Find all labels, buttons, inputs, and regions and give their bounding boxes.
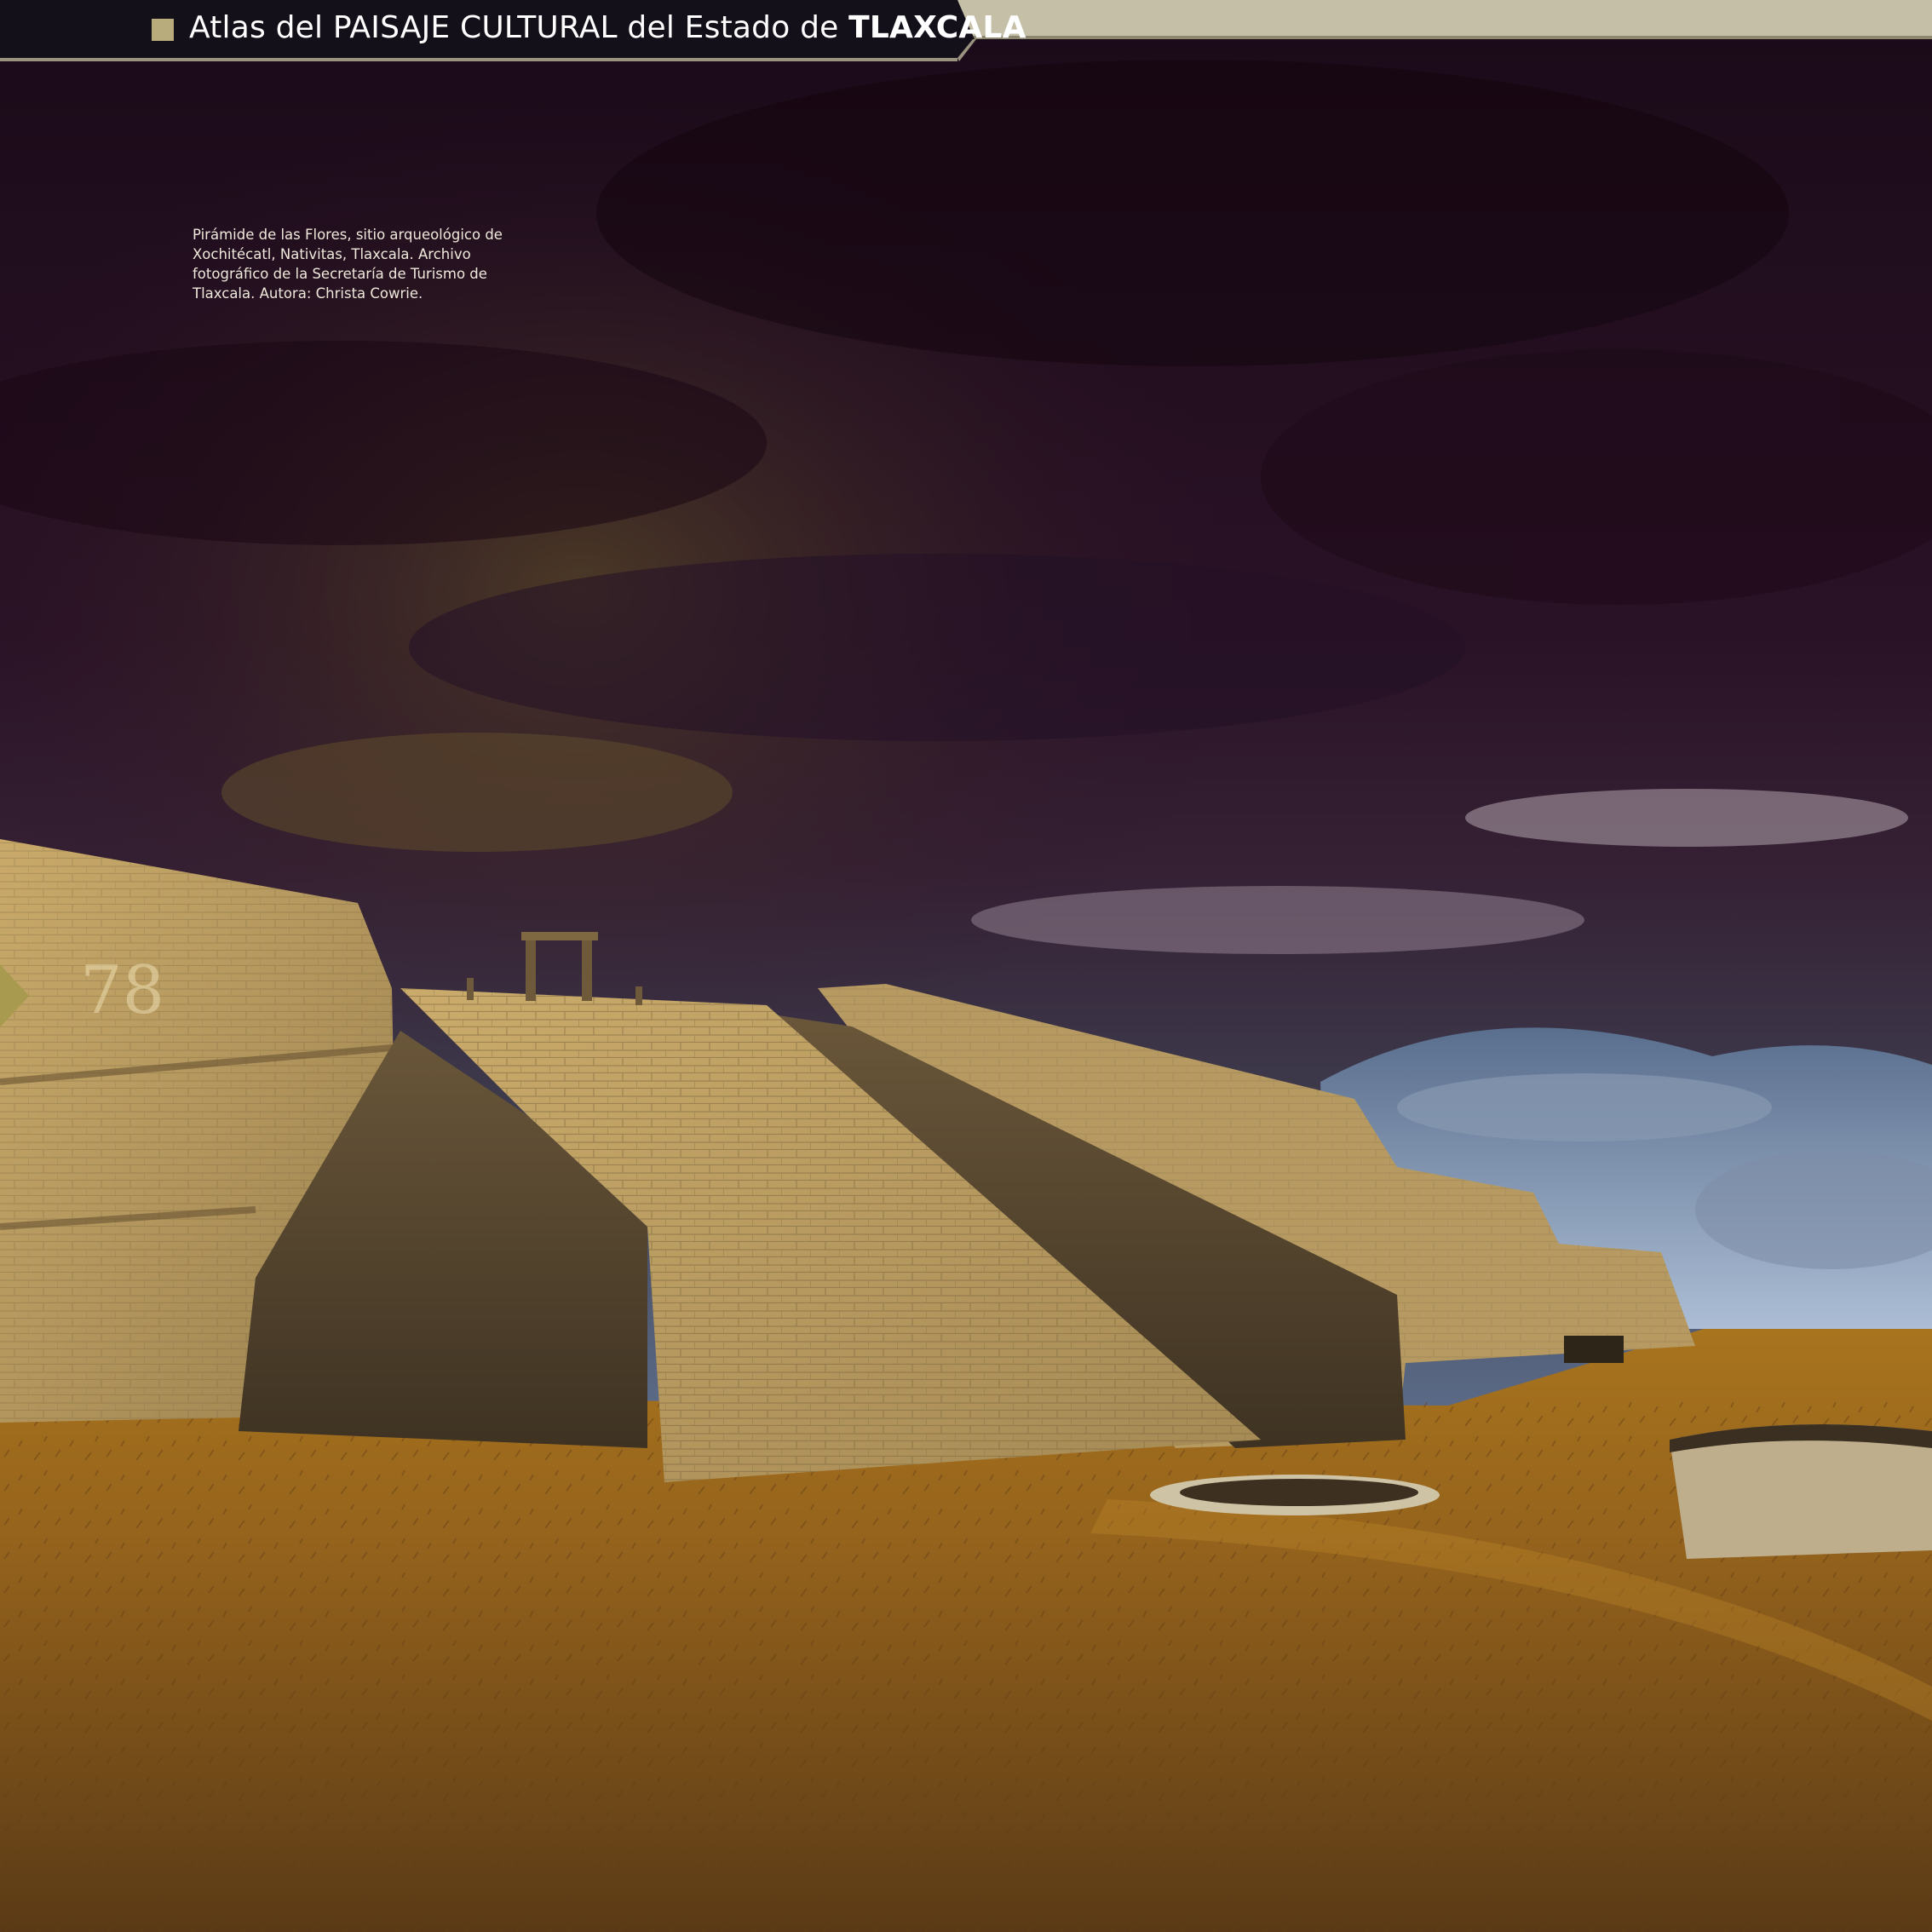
header-title-prefix: Atlas del PAISAJE CULTURAL del Estado de	[189, 10, 839, 45]
running-header-title: Atlas del PAISAJE CULTURAL del Estado de…	[189, 10, 1026, 45]
header-title-emphasis: TLAXCALA	[848, 10, 1026, 45]
page-number: 78	[80, 952, 165, 1029]
photo-caption: Pirámide de las Flores, sitio arqueológi…	[193, 227, 503, 302]
atlas-page: Atlas del PAISAJE CULTURAL del Estado de…	[0, 0, 1932, 1932]
page-marker-arrow-icon	[0, 964, 29, 1027]
header-bullet-square	[152, 19, 174, 41]
